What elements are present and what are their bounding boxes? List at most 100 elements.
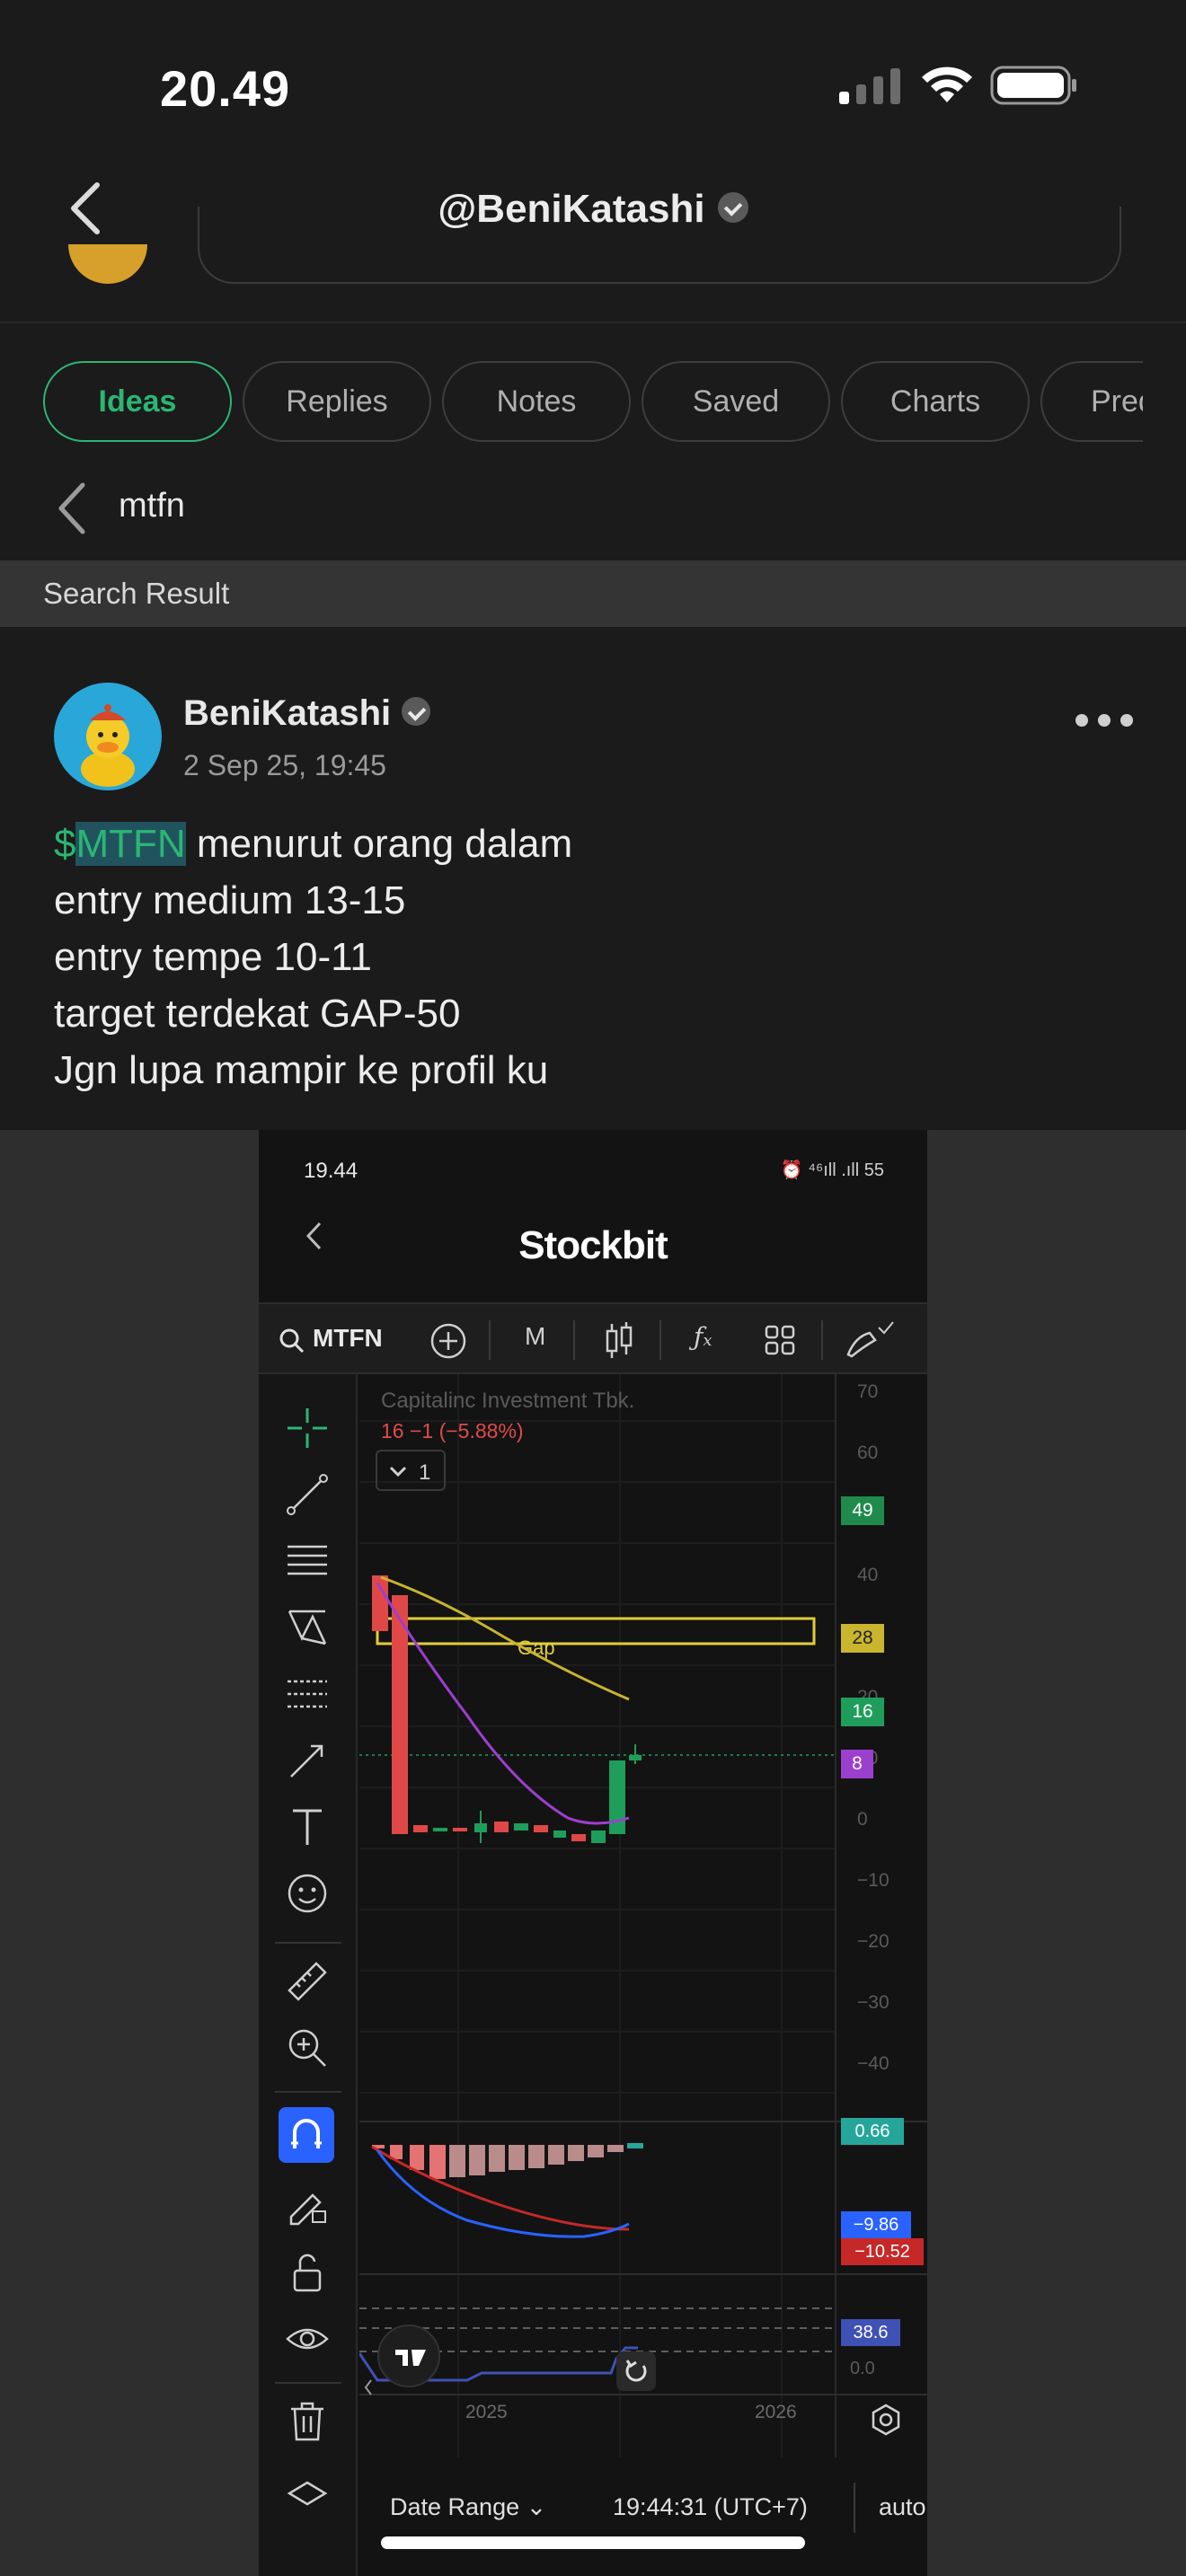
- magnet-mode-button: [279, 2107, 334, 2163]
- ticker-symbol[interactable]: MTFN: [75, 822, 186, 866]
- author-name-row[interactable]: BeniKatashi: [183, 693, 431, 734]
- drawing-tools-sidebar: [259, 1374, 358, 2576]
- toolbar-divider: [659, 1320, 661, 1360]
- chevron-down-icon: [389, 1466, 407, 1478]
- macd-tag: −10.52: [841, 2238, 924, 2265]
- tab-saved[interactable]: Saved: [642, 361, 830, 442]
- verified-badge-icon: [717, 192, 748, 224]
- price-change: 16 −1 (−5.88%): [381, 1419, 524, 1442]
- embedded-status-icons: ⏰ ⁴⁶ıll .ıll 55: [780, 1160, 884, 1180]
- post-line-5: Jgn lupa mampir ke profil ku: [54, 1048, 549, 1092]
- chart-toolbar: MTFN M ƒx: [259, 1302, 927, 1374]
- post-line-2: entry medium 13-15: [54, 878, 406, 922]
- post-line-1-text: menurut orang dalam: [185, 822, 573, 866]
- home-indicator[interactable]: [381, 2536, 805, 2549]
- toolbar-divider: [573, 1320, 575, 1360]
- forecast-icon: [288, 1680, 327, 1708]
- lock-drawing-icon: [289, 2193, 326, 2226]
- chart-canvas: Gap: [359, 1374, 927, 2457]
- emoji-icon: [288, 1874, 327, 1913]
- tab-replies[interactable]: Replies: [243, 361, 431, 442]
- magnet-icon: [291, 2119, 322, 2148]
- post-line-3: entry tempe 10-11: [54, 935, 372, 979]
- author-verified-icon: [402, 697, 431, 727]
- tabs-fade: [1143, 325, 1186, 460]
- profile-tabs: Ideas Replies Notes Saved Charts Pred: [0, 325, 1186, 460]
- chart-timestamp: 19:44:31 (UTC+7): [613, 2493, 808, 2520]
- macd-tag: 0.66: [841, 2118, 904, 2145]
- auto-scale-toggle: auto: [879, 2493, 926, 2520]
- tools-divider: [275, 2382, 341, 2384]
- price-axis: 70 60 50 40 30 20 10 0 −10 −20 −30 −40: [845, 1374, 925, 2122]
- battery-icon: [990, 66, 1076, 105]
- status-bar: 20.49: [0, 0, 1186, 171]
- price-tick: −20: [857, 1931, 890, 1952]
- tab-notes[interactable]: Notes: [442, 361, 631, 442]
- post-card: BeniKatashi 2 Sep 25, 19:45 $MTFN menuru…: [0, 627, 1186, 1130]
- post-body: $MTFN menurut orang dalam entry medium 1…: [54, 816, 572, 1098]
- price-chart: Gap Capitalinc Investment Tbk. 16 −1 (−5…: [359, 1374, 927, 2576]
- toolbar-divider: [489, 1320, 491, 1360]
- post-timestamp: 2 Sep 25, 19:45: [183, 749, 386, 781]
- stockbit-logo: Stockbit: [518, 1223, 668, 1267]
- search-result-label: Search Result: [43, 577, 230, 610]
- price-tick: 60: [857, 1442, 879, 1463]
- cellular-signal-icon: [839, 68, 900, 104]
- price-tick: −10: [857, 1870, 890, 1891]
- price-tag: 49: [841, 1496, 884, 1525]
- search-query[interactable]: mtfn: [119, 487, 185, 525]
- visibility-icon: [286, 2328, 329, 2350]
- rsi-tag: 38.6: [841, 2319, 900, 2346]
- unlock-icon: [293, 2254, 322, 2292]
- ticker-link[interactable]: $MTFN: [54, 822, 186, 866]
- candle-type-icon: [606, 1322, 633, 1358]
- search-back-icon[interactable]: [54, 480, 90, 537]
- tab-charts[interactable]: Charts: [841, 361, 1030, 442]
- fib-levels-icon: [288, 1545, 327, 1575]
- add-symbol-icon: [430, 1323, 466, 1359]
- profile-avatar: [68, 244, 147, 284]
- wifi-icon: [922, 66, 972, 102]
- search-row: mtfn: [0, 460, 1186, 560]
- price-tag: 28: [841, 1624, 884, 1653]
- post-line-4: target terdekat GAP-50: [54, 992, 461, 1036]
- tab-ideas[interactable]: Ideas: [43, 361, 232, 442]
- author-name[interactable]: BeniKatashi: [183, 693, 391, 733]
- ruler-icon: [288, 1962, 327, 2001]
- zoom-in-icon: [288, 2029, 326, 2067]
- more-options-icon[interactable]: [1073, 710, 1136, 731]
- status-time: 20.49: [160, 60, 291, 117]
- post-line-1: $MTFN menurut orang dalam: [54, 816, 572, 872]
- layers-icon: [287, 2481, 328, 2506]
- time-tick: 2026: [755, 2402, 797, 2422]
- macd-tag: −9.86: [841, 2211, 911, 2238]
- ticker-prefix: $: [54, 822, 76, 866]
- tools-divider: [275, 2091, 341, 2093]
- time-axis: 2025 2026: [359, 2395, 836, 2457]
- tradingview-icon: [395, 2350, 426, 2366]
- footer-divider: [854, 2483, 855, 2533]
- rsi-tick: 0.0: [850, 2359, 875, 2378]
- interval-label: M: [525, 1322, 546, 1350]
- trend-line-icon: [287, 1474, 328, 1515]
- search-result-header: Search Result: [0, 560, 1186, 627]
- tools-divider: [275, 1942, 341, 1944]
- post-image[interactable]: 19.44 ⏰ ⁴⁶ıll .ıll 55 Stockbit MTFN M ƒx: [259, 1130, 927, 2576]
- embedded-status-time: 19.44: [304, 1159, 358, 1183]
- interval-value: 1: [419, 1460, 431, 1485]
- arrow-tool-icon: [290, 1744, 323, 1778]
- author-avatar[interactable]: [54, 683, 162, 790]
- price-tag: 16: [841, 1698, 884, 1726]
- price-tick: −40: [857, 2053, 890, 2074]
- reset-chart-button: [616, 2351, 656, 2391]
- reset-icon: [625, 2360, 647, 2382]
- price-tick: −30: [857, 1992, 890, 2013]
- price-tick: 70: [857, 1381, 879, 1402]
- tradingview-logo: [377, 2325, 440, 2387]
- search-icon: [279, 1328, 305, 1354]
- toolbar-divider: [821, 1320, 823, 1360]
- layout-grid-icon: [765, 1325, 795, 1355]
- price-tick: 0: [857, 1809, 868, 1830]
- profile-handle: @BeniKatashi: [0, 187, 1186, 232]
- price-tick: 40: [857, 1565, 879, 1585]
